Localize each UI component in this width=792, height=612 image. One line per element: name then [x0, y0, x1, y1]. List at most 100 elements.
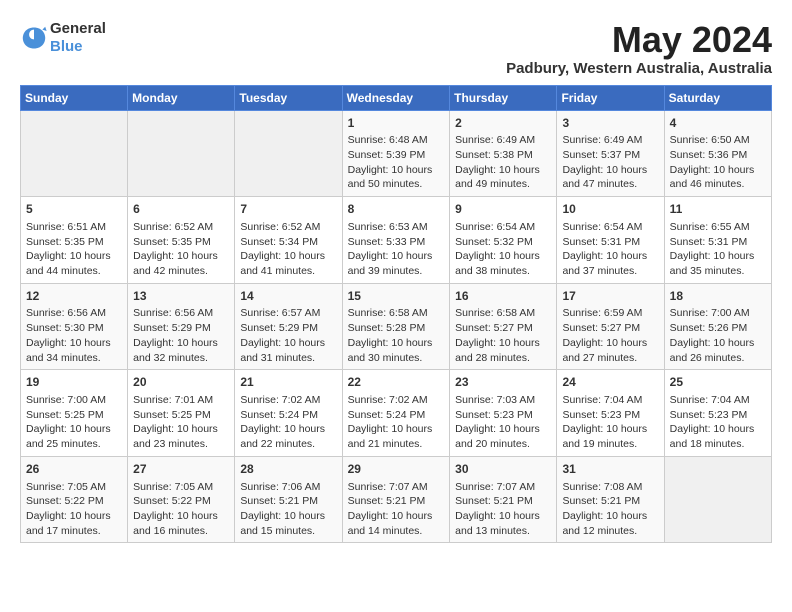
calendar-week-row: 19 Sunrise: 7:00 AM Sunset: 5:25 PM Dayli…	[21, 370, 772, 457]
month-year-title: May 2024	[506, 20, 772, 60]
calendar-cell: 29 Sunrise: 7:07 AM Sunset: 5:21 PM Dayli…	[342, 456, 450, 543]
calendar-cell: 11 Sunrise: 6:55 AM Sunset: 5:31 PM Dayli…	[664, 197, 771, 284]
day-number: 7	[240, 201, 336, 218]
day-number: 11	[670, 201, 766, 218]
day-number: 25	[670, 374, 766, 391]
calendar-cell: 17Sunrise: 6:59 AM Sunset: 5:27 PM Dayli…	[557, 283, 664, 370]
day-info: Sunrise: 7:07 AM Sunset: 5:21 PM Dayligh…	[455, 480, 551, 539]
column-header-tuesday: Tuesday	[235, 85, 342, 110]
calendar-week-row: 26 Sunrise: 7:05 AM Sunset: 5:22 PM Dayli…	[21, 456, 772, 543]
logo-icon	[20, 24, 48, 52]
day-info: Sunrise: 6:59 AM Sunset: 5:27 PM Dayligh…	[562, 306, 658, 365]
calendar-cell: 9 Sunrise: 6:54 AM Sunset: 5:32 PM Daylig…	[450, 197, 557, 284]
calendar-cell: 30 Sunrise: 7:07 AM Sunset: 5:21 PM Dayli…	[450, 456, 557, 543]
day-info: Sunrise: 6:52 AM Sunset: 5:34 PM Dayligh…	[240, 220, 336, 279]
calendar-cell: 7 Sunrise: 6:52 AM Sunset: 5:34 PM Daylig…	[235, 197, 342, 284]
day-info: Sunrise: 6:54 AM Sunset: 5:31 PM Dayligh…	[562, 220, 658, 279]
calendar-cell: 1Sunrise: 6:48 AM Sunset: 5:39 PM Daylig…	[342, 110, 450, 197]
day-number: 28	[240, 461, 336, 478]
day-number: 8	[348, 201, 445, 218]
day-info: Sunrise: 6:49 AM Sunset: 5:38 PM Dayligh…	[455, 133, 551, 192]
day-info: Sunrise: 7:02 AM Sunset: 5:24 PM Dayligh…	[348, 393, 445, 452]
day-info: Sunrise: 7:04 AM Sunset: 5:23 PM Dayligh…	[562, 393, 658, 452]
day-info: Sunrise: 6:49 AM Sunset: 5:37 PM Dayligh…	[562, 133, 658, 192]
day-info: Sunrise: 7:05 AM Sunset: 5:22 PM Dayligh…	[133, 480, 229, 539]
column-header-sunday: Sunday	[21, 85, 128, 110]
column-header-friday: Friday	[557, 85, 664, 110]
calendar-cell: 10Sunrise: 6:54 AM Sunset: 5:31 PM Dayli…	[557, 197, 664, 284]
day-number: 29	[348, 461, 445, 478]
day-info: Sunrise: 7:04 AM Sunset: 5:23 PM Dayligh…	[670, 393, 766, 452]
day-info: Sunrise: 7:00 AM Sunset: 5:26 PM Dayligh…	[670, 306, 766, 365]
calendar-cell: 2Sunrise: 6:49 AM Sunset: 5:38 PM Daylig…	[450, 110, 557, 197]
calendar-cell: 3Sunrise: 6:49 AM Sunset: 5:37 PM Daylig…	[557, 110, 664, 197]
day-number: 19	[26, 374, 122, 391]
day-info: Sunrise: 6:57 AM Sunset: 5:29 PM Dayligh…	[240, 306, 336, 365]
day-info: Sunrise: 6:56 AM Sunset: 5:29 PM Dayligh…	[133, 306, 229, 365]
calendar-cell: 6Sunrise: 6:52 AM Sunset: 5:35 PM Daylig…	[128, 197, 235, 284]
calendar-cell: 28 Sunrise: 7:06 AM Sunset: 5:21 PM Dayli…	[235, 456, 342, 543]
day-number: 9	[455, 201, 551, 218]
calendar-cell: 21Sunrise: 7:02 AM Sunset: 5:24 PM Dayli…	[235, 370, 342, 457]
calendar-cell: 25 Sunrise: 7:04 AM Sunset: 5:23 PM Dayli…	[664, 370, 771, 457]
calendar-cell: 15Sunrise: 6:58 AM Sunset: 5:28 PM Dayli…	[342, 283, 450, 370]
calendar-cell	[664, 456, 771, 543]
calendar-cell: 8 Sunrise: 6:53 AM Sunset: 5:33 PM Daylig…	[342, 197, 450, 284]
calendar-cell	[235, 110, 342, 197]
day-number: 18	[670, 288, 766, 305]
day-info: Sunrise: 6:55 AM Sunset: 5:31 PM Dayligh…	[670, 220, 766, 279]
day-info: Sunrise: 7:05 AM Sunset: 5:22 PM Dayligh…	[26, 480, 122, 539]
column-header-thursday: Thursday	[450, 85, 557, 110]
calendar-cell: 4Sunrise: 6:50 AM Sunset: 5:36 PM Daylig…	[664, 110, 771, 197]
calendar-cell	[128, 110, 235, 197]
column-header-wednesday: Wednesday	[342, 85, 450, 110]
day-number: 21	[240, 374, 336, 391]
day-info: Sunrise: 7:06 AM Sunset: 5:21 PM Dayligh…	[240, 480, 336, 539]
calendar-week-row: 12Sunrise: 6:56 AM Sunset: 5:30 PM Dayli…	[21, 283, 772, 370]
day-info: Sunrise: 6:58 AM Sunset: 5:28 PM Dayligh…	[348, 306, 445, 365]
calendar-cell: 13Sunrise: 6:56 AM Sunset: 5:29 PM Dayli…	[128, 283, 235, 370]
day-info: Sunrise: 6:58 AM Sunset: 5:27 PM Dayligh…	[455, 306, 551, 365]
day-number: 26	[26, 461, 122, 478]
day-number: 6	[133, 201, 229, 218]
day-number: 5	[26, 201, 122, 218]
day-info: Sunrise: 6:50 AM Sunset: 5:36 PM Dayligh…	[670, 133, 766, 192]
day-info: Sunrise: 6:56 AM Sunset: 5:30 PM Dayligh…	[26, 306, 122, 365]
column-header-saturday: Saturday	[664, 85, 771, 110]
calendar-header-row: SundayMondayTuesdayWednesdayThursdayFrid…	[21, 85, 772, 110]
calendar-cell: 18Sunrise: 7:00 AM Sunset: 5:26 PM Dayli…	[664, 283, 771, 370]
calendar-cell: 27Sunrise: 7:05 AM Sunset: 5:22 PM Dayli…	[128, 456, 235, 543]
day-number: 20	[133, 374, 229, 391]
day-number: 31	[562, 461, 658, 478]
day-info: Sunrise: 6:51 AM Sunset: 5:35 PM Dayligh…	[26, 220, 122, 279]
calendar-table: SundayMondayTuesdayWednesdayThursdayFrid…	[20, 85, 772, 544]
day-number: 22	[348, 374, 445, 391]
calendar-cell: 24 Sunrise: 7:04 AM Sunset: 5:23 PM Dayli…	[557, 370, 664, 457]
calendar-cell: 22 Sunrise: 7:02 AM Sunset: 5:24 PM Dayli…	[342, 370, 450, 457]
calendar-cell: 20Sunrise: 7:01 AM Sunset: 5:25 PM Dayli…	[128, 370, 235, 457]
calendar-cell: 14Sunrise: 6:57 AM Sunset: 5:29 PM Dayli…	[235, 283, 342, 370]
calendar-cell: 12Sunrise: 6:56 AM Sunset: 5:30 PM Dayli…	[21, 283, 128, 370]
day-info: Sunrise: 7:07 AM Sunset: 5:21 PM Dayligh…	[348, 480, 445, 539]
day-number: 2	[455, 115, 551, 132]
day-info: Sunrise: 6:54 AM Sunset: 5:32 PM Dayligh…	[455, 220, 551, 279]
day-info: Sunrise: 7:00 AM Sunset: 5:25 PM Dayligh…	[26, 393, 122, 452]
day-number: 30	[455, 461, 551, 478]
calendar-cell: 5 Sunrise: 6:51 AM Sunset: 5:35 PM Daylig…	[21, 197, 128, 284]
day-info: Sunrise: 7:08 AM Sunset: 5:21 PM Dayligh…	[562, 480, 658, 539]
column-header-monday: Monday	[128, 85, 235, 110]
day-number: 24	[562, 374, 658, 391]
day-number: 23	[455, 374, 551, 391]
calendar-cell: 31 Sunrise: 7:08 AM Sunset: 5:21 PM Dayli…	[557, 456, 664, 543]
day-number: 4	[670, 115, 766, 132]
location-title: Padbury, Western Australia, Australia	[506, 60, 772, 77]
day-info: Sunrise: 7:03 AM Sunset: 5:23 PM Dayligh…	[455, 393, 551, 452]
day-number: 3	[562, 115, 658, 132]
calendar-week-row: 1Sunrise: 6:48 AM Sunset: 5:39 PM Daylig…	[21, 110, 772, 197]
day-number: 12	[26, 288, 122, 305]
day-info: Sunrise: 6:53 AM Sunset: 5:33 PM Dayligh…	[348, 220, 445, 279]
calendar-cell: 19 Sunrise: 7:00 AM Sunset: 5:25 PM Dayli…	[21, 370, 128, 457]
calendar-cell: 16Sunrise: 6:58 AM Sunset: 5:27 PM Dayli…	[450, 283, 557, 370]
day-number: 13	[133, 288, 229, 305]
calendar-week-row: 5 Sunrise: 6:51 AM Sunset: 5:35 PM Daylig…	[21, 197, 772, 284]
